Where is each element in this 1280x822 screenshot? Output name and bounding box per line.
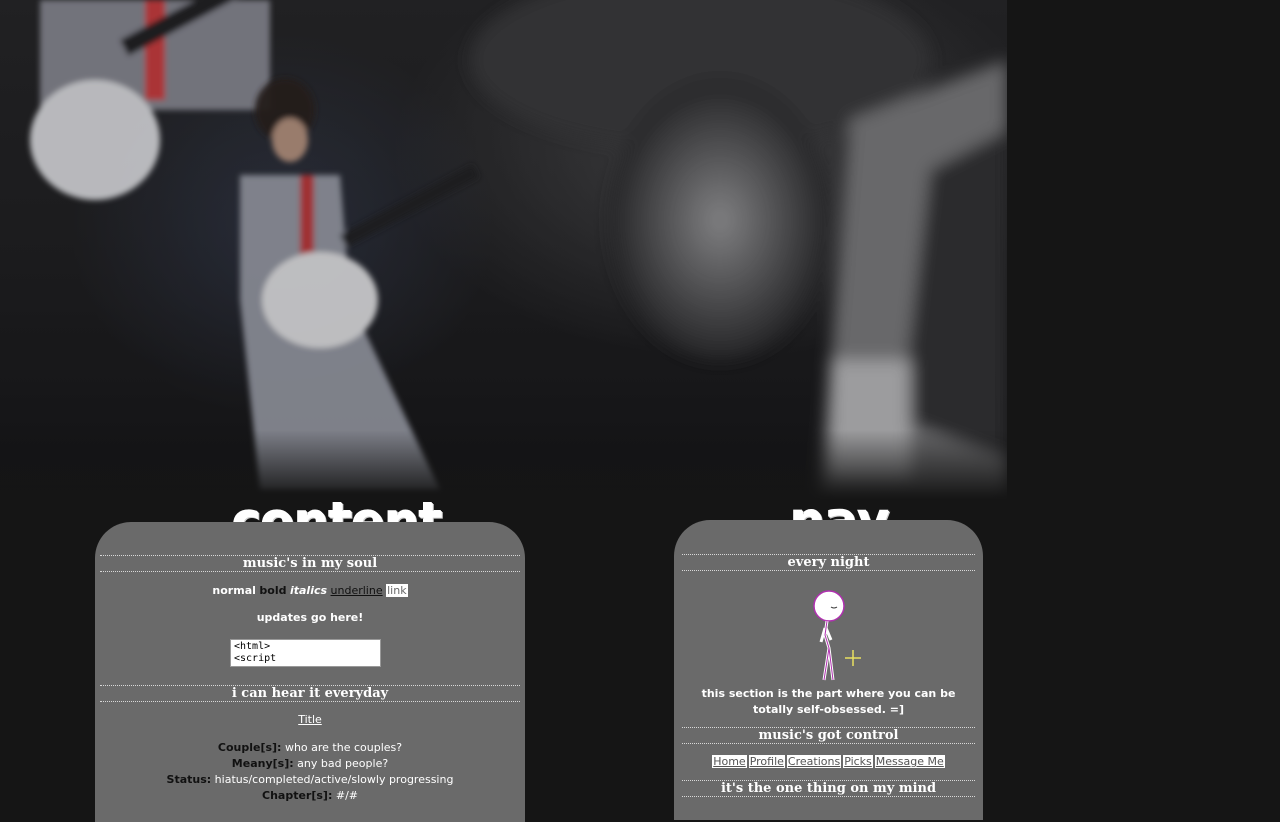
meta-status: Status: hiatus/completed/active/slowly p…	[95, 772, 525, 788]
section-heading-got-control: music's got control	[682, 727, 975, 744]
meta-value: hiatus/completed/active/slowly progressi…	[214, 773, 454, 786]
meta-label: Status:	[166, 773, 212, 786]
italics-text: italics	[289, 584, 328, 597]
self-obsessed-text: this section is the part where you can b…	[701, 687, 956, 716]
meta-label: Chapter[s]:	[262, 789, 333, 802]
story-title-row: Title	[95, 713, 525, 726]
meta-couples: Couple[s]: who are the couples?	[95, 740, 525, 756]
band-photo	[0, 0, 1007, 500]
section-heading-one-thing: it's the one thing on my mind	[682, 780, 975, 797]
format-sample-line: normal bold italics underline link	[95, 584, 525, 597]
nav-link-profile[interactable]: Profile	[748, 755, 785, 768]
link-sample[interactable]: link	[386, 584, 408, 597]
content-box: music's in my soul normal bold italics u…	[95, 522, 525, 822]
meta-meany: Meany[s]: any bad people?	[95, 756, 525, 772]
meta-value: any bad people?	[297, 757, 389, 770]
header-banner	[0, 0, 1007, 500]
stick-figure-image	[813, 590, 861, 681]
bold-text: bold	[259, 584, 287, 597]
underline-text: underline	[330, 584, 383, 597]
nav-link-picks[interactable]: Picks	[843, 755, 873, 768]
nav-box: every night this section is the part whe…	[674, 520, 983, 820]
meta-value: #/#	[335, 789, 358, 802]
nav-link-creations[interactable]: Creations	[786, 755, 842, 768]
story-title-link[interactable]: Title	[298, 713, 322, 726]
meta-label: Couple[s]:	[217, 741, 282, 754]
meta-chapters: Chapter[s]: #/#	[95, 788, 525, 804]
meta-label: Meany[s]:	[231, 757, 294, 770]
section-heading-every-night: every night	[682, 554, 975, 571]
section-heading-hear-everyday: i can hear it everyday	[100, 685, 520, 702]
story-meta: Couple[s]: who are the couples? Meany[s]…	[95, 740, 525, 804]
code-textarea[interactable]: <html> <script	[230, 639, 381, 667]
nav-link-home[interactable]: Home	[712, 755, 747, 768]
nav-link-message-me[interactable]: Message Me	[874, 755, 945, 768]
meta-value: who are the couples?	[284, 741, 403, 754]
normal-text: normal	[212, 584, 256, 597]
section-heading-music-soul: music's in my soul	[100, 555, 520, 572]
updates-text: updates go here!	[256, 611, 364, 624]
nav-links: Home Profile Creations Picks Message Me	[674, 755, 983, 768]
